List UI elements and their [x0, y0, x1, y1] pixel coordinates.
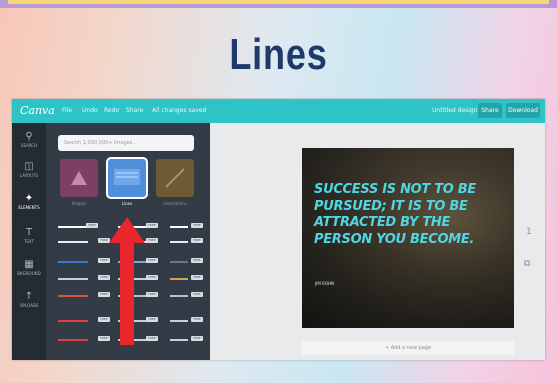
- rail-elements-label: ELEMENTS: [18, 205, 40, 210]
- lines-icon: [114, 169, 140, 185]
- rail-layouts[interactable]: ◫ LAYOUTS: [12, 161, 46, 179]
- line-sample[interactable]: [58, 261, 88, 263]
- category-shapes-label: Shapes: [71, 201, 87, 206]
- illustration-icon: [165, 168, 185, 188]
- download-button[interactable]: Download: [506, 103, 540, 118]
- free-badge: FREE: [146, 336, 158, 341]
- copy-page-icon[interactable]: ⧉: [524, 259, 530, 269]
- line-sample[interactable]: [170, 261, 188, 263]
- share-button[interactable]: Share: [478, 103, 502, 118]
- top-toolbar: Canva File Undo Redo Share All changes s…: [12, 99, 545, 123]
- page-number: 1: [526, 227, 532, 237]
- menu-share[interactable]: Share: [126, 107, 143, 114]
- free-badge: FREE: [146, 292, 158, 297]
- annotation-arrow-icon: [109, 217, 145, 345]
- line-sample[interactable]: [58, 295, 88, 297]
- free-badge: FREE: [191, 258, 203, 263]
- line-sample[interactable]: [170, 339, 188, 341]
- layouts-icon: ◫: [24, 161, 34, 172]
- add-page-button[interactable]: + Add a new page: [302, 341, 514, 355]
- line-sample[interactable]: [58, 339, 88, 341]
- free-badge: FREE: [86, 223, 98, 228]
- rail-search[interactable]: ⚲ SEARCH: [12, 131, 46, 149]
- free-badge: FREE: [146, 275, 158, 280]
- line-sample[interactable]: [170, 320, 188, 322]
- design-canvas-area: SUCCESS IS NOT TO BE PURSUED; IT IS TO B…: [210, 123, 545, 360]
- search-input[interactable]: Search 1,000,000+ images...: [58, 135, 194, 151]
- triangle-icon: [71, 171, 87, 185]
- category-lines-label: Lines: [121, 201, 133, 206]
- line-sample[interactable]: [170, 241, 188, 243]
- rail-background[interactable]: ▦ BKGROUND: [12, 259, 46, 277]
- left-rail: ⚲ SEARCH ◫ LAYOUTS ✦ ELEMENTS T TEXT ▦ B…: [12, 123, 46, 360]
- rail-search-label: SEARCH: [20, 143, 38, 148]
- free-badge: FREE: [146, 238, 158, 243]
- canva-screenshot: Canva File Undo Redo Share All changes s…: [12, 99, 545, 360]
- slide-top-accent: [8, 0, 549, 4]
- menu-redo[interactable]: Redo: [104, 107, 119, 114]
- line-sample[interactable]: [58, 278, 88, 280]
- free-badge: FREE: [146, 223, 158, 228]
- line-sample[interactable]: [170, 278, 188, 280]
- free-badge: FREE: [191, 275, 203, 280]
- category-illustrations-label: Illustrations: [163, 201, 187, 206]
- quote-design-page[interactable]: SUCCESS IS NOT TO BE PURSUED; IT IS TO B…: [302, 148, 514, 328]
- slide-top-border: [0, 0, 557, 8]
- free-badge: FREE: [191, 223, 203, 228]
- category-shapes-tile[interactable]: [60, 159, 98, 197]
- line-sample[interactable]: [58, 241, 88, 243]
- category-illustrations-tile[interactable]: [156, 159, 194, 197]
- free-badge: FREE: [191, 292, 203, 297]
- text-icon: T: [25, 227, 33, 238]
- line-sample[interactable]: [170, 295, 188, 297]
- slide-title: Lines: [229, 30, 328, 79]
- free-badge: FREE: [146, 317, 158, 322]
- free-badge: FREE: [146, 258, 158, 263]
- quote-author[interactable]: JIM ROHN: [315, 281, 334, 286]
- rail-layouts-label: LAYOUTS: [19, 173, 39, 178]
- menu-file[interactable]: File: [62, 107, 72, 114]
- save-status: All changes saved: [152, 107, 207, 114]
- line-sample[interactable]: [170, 226, 188, 228]
- free-badge: FREE: [191, 238, 203, 243]
- rail-uploads-label: UPLOADS: [19, 303, 39, 308]
- uploads-icon: ↑: [24, 291, 34, 302]
- category-lines-tile[interactable]: [108, 159, 146, 197]
- rail-text-label: TEXT: [23, 239, 35, 244]
- document-title[interactable]: Untitled design: [432, 107, 478, 114]
- line-sample[interactable]: [58, 226, 88, 228]
- rail-uploads[interactable]: ↑ UPLOADS: [12, 291, 46, 309]
- rail-text[interactable]: T TEXT: [12, 227, 46, 245]
- canva-logo[interactable]: Canva: [20, 104, 55, 117]
- rail-elements[interactable]: ✦ ELEMENTS: [12, 193, 46, 211]
- search-icon: ⚲: [25, 131, 33, 142]
- free-badge: FREE: [191, 317, 203, 322]
- line-sample[interactable]: [58, 320, 88, 322]
- free-badge: FREE: [191, 336, 203, 341]
- quote-text[interactable]: SUCCESS IS NOT TO BE PURSUED; IT IS TO B…: [314, 182, 510, 248]
- elements-icon: ✦: [24, 193, 34, 204]
- rail-background-label: BKGROUND: [17, 271, 41, 276]
- menu-undo[interactable]: Undo: [82, 107, 98, 114]
- background-icon: ▦: [24, 259, 34, 270]
